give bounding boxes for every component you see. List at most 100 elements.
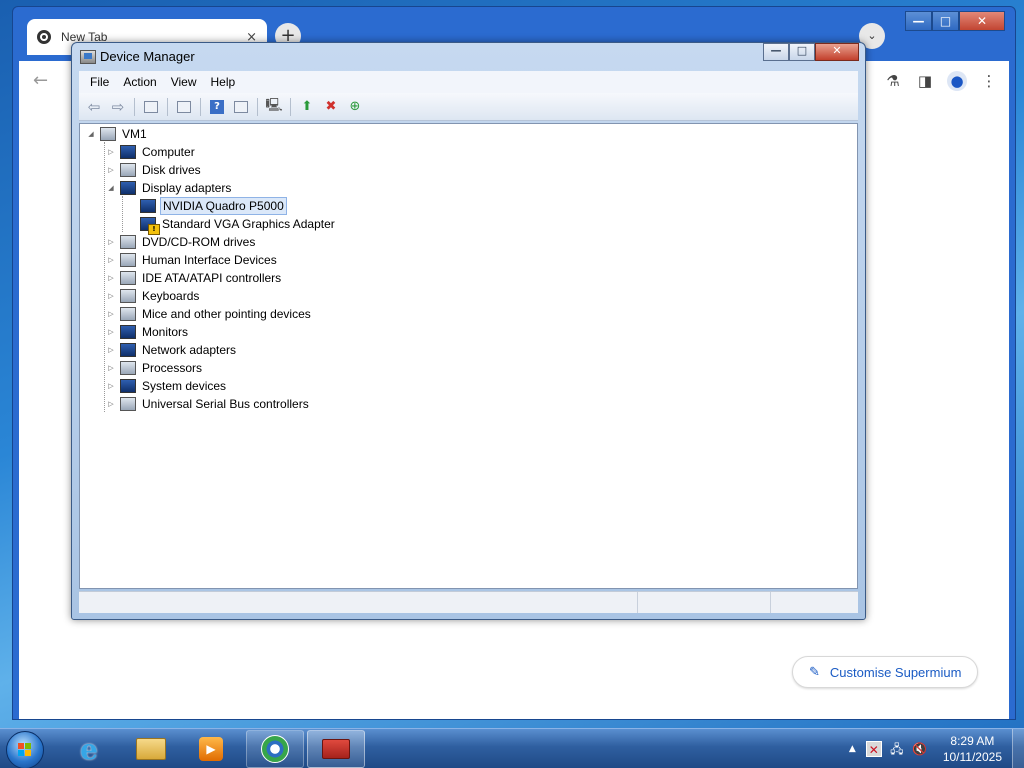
tree-item-mice[interactable]: ▷ Mice and other pointing devices (106, 305, 313, 323)
start-button[interactable] (6, 731, 44, 768)
expand-arrow-icon[interactable]: ▷ (106, 256, 116, 264)
tree-item-label: Standard VGA Graphics Adapter (162, 217, 335, 231)
tree-item-label: Human Interface Devices (142, 253, 277, 267)
window-title: Device Manager (100, 49, 195, 64)
show-hide-console-tree-icon[interactable] (140, 96, 162, 118)
tree-item-label: DVD/CD-ROM drives (142, 235, 256, 249)
expand-arrow-icon[interactable]: ▷ (106, 364, 116, 372)
dm-maximize-button[interactable]: □ (789, 43, 815, 61)
tree-item-keyboards[interactable]: ▷ Keyboards (106, 287, 201, 305)
taskbar-internet-explorer[interactable]: e (60, 730, 118, 768)
tree-item-label: Processors (142, 361, 203, 375)
network-icon[interactable]: 🖧 (889, 741, 905, 757)
hid-icon (120, 253, 136, 267)
tree-item-disk-drives[interactable]: ▷ Disk drives (106, 161, 203, 179)
tree-item-label: Monitors (142, 325, 189, 339)
expand-arrow-icon[interactable]: ▷ (106, 238, 116, 246)
tree-item-display-adapters[interactable]: ◢ Display adapters (106, 179, 233, 197)
internet-explorer-icon: e (80, 732, 98, 766)
action-pane-icon[interactable] (230, 96, 252, 118)
toolbar-separator (134, 97, 135, 116)
tree-item-nvidia-quadro-p5000[interactable]: NVIDIA Quadro P5000 (126, 197, 287, 215)
menu-file[interactable]: File (83, 75, 116, 89)
display-adapter-icon (120, 181, 136, 195)
tree-item-hid[interactable]: ▷ Human Interface Devices (106, 251, 279, 269)
collapse-arrow-icon[interactable]: ◢ (106, 184, 116, 192)
back-arrow-icon[interactable]: ← (33, 70, 48, 91)
expand-arrow-icon[interactable]: ▷ (106, 310, 116, 318)
processor-icon (120, 361, 136, 375)
back-icon[interactable]: ⇦ (83, 96, 105, 118)
expand-arrow-icon[interactable]: ▷ (106, 382, 116, 390)
help-icon[interactable]: ? (206, 96, 228, 118)
device-manager-app-icon (80, 50, 96, 64)
tree-item-ide-ata[interactable]: ▷ IDE ATA/ATAPI controllers (106, 269, 283, 287)
tree-item-processors[interactable]: ▷ Processors (106, 359, 204, 377)
expand-arrow-icon[interactable]: ▷ (106, 400, 116, 408)
browser-maximize-button[interactable]: □ (932, 11, 959, 31)
collapse-arrow-icon[interactable]: ◢ (86, 130, 96, 138)
tree-item-standard-vga[interactable]: Standard VGA Graphics Adapter (126, 215, 337, 235)
expand-arrow-icon[interactable]: ▷ (106, 292, 116, 300)
tree-item-system-devices[interactable]: ▷ System devices (106, 377, 228, 395)
tree-item-usb-controllers[interactable]: ▷ Universal Serial Bus controllers (106, 395, 311, 413)
forward-icon[interactable]: ⇨ (107, 96, 129, 118)
dm-window-controls: — □ ✕ (763, 43, 859, 61)
toolbar-separator (200, 97, 201, 116)
expand-arrow-icon[interactable]: ▷ (106, 166, 116, 174)
action-center-flag-icon[interactable]: ✕ (865, 741, 882, 757)
clock-date: 10/11/2025 (942, 750, 1002, 764)
clock[interactable]: 8:29 AM 10/11/2025 (943, 733, 1002, 765)
dm-close-button[interactable]: ✕ (815, 43, 859, 61)
show-desktop-button[interactable] (1012, 729, 1024, 768)
media-player-icon: ▶ (199, 737, 223, 761)
expand-arrow-icon[interactable]: ▷ (106, 346, 116, 354)
side-panel-icon[interactable]: ◨ (915, 71, 935, 91)
volume-muted-icon[interactable]: 🔇 (912, 741, 928, 757)
taskbar-media-player[interactable]: ▶ (182, 730, 240, 768)
expand-arrow-icon[interactable]: ▷ (106, 328, 116, 336)
uninstall-icon[interactable]: ✖ (320, 96, 342, 118)
network-adapter-icon (120, 343, 136, 357)
enable-device-icon[interactable]: ⊕ (344, 96, 366, 118)
taskbar-device-manager[interactable] (307, 730, 365, 768)
dm-minimize-button[interactable]: — (763, 43, 789, 61)
mouse-icon (120, 307, 136, 321)
expand-arrow-icon[interactable]: ▷ (106, 148, 116, 156)
expand-arrow-icon[interactable]: ▷ (106, 274, 116, 282)
tree-root[interactable]: ◢ VM1 (86, 125, 149, 143)
browser-close-button[interactable]: ✕ (959, 11, 1005, 31)
system-tray: ▲ ✕ 🖧 🔇 8:29 AM 10/11/2025 (849, 729, 1024, 768)
tree-item-dvd-cd-rom[interactable]: ▷ DVD/CD-ROM drives (106, 233, 257, 251)
status-pane-secondary (638, 592, 771, 613)
usb-icon (120, 397, 136, 411)
tree-item-monitors[interactable]: ▷ Monitors (106, 323, 190, 341)
taskbar-file-explorer[interactable] (122, 730, 180, 768)
tree-guide-line (122, 196, 123, 232)
profile-avatar-icon[interactable]: ● (947, 71, 967, 91)
tree-item-label: NVIDIA Quadro P5000 (160, 197, 287, 215)
display-adapter-icon (140, 199, 156, 213)
status-pane-tertiary (771, 592, 858, 613)
toolbar: ⇦ ⇨ ? 🖳 ⬆ ✖ ⊕ (79, 93, 858, 121)
menu-action[interactable]: Action (116, 75, 163, 89)
customise-label: Customise Supermium (829, 664, 962, 680)
toolbar-separator (290, 97, 291, 116)
menu-view[interactable]: View (164, 75, 204, 89)
menu-help[interactable]: Help (204, 75, 243, 89)
device-manager-titlebar[interactable]: Device Manager — □ ✕ (72, 43, 865, 71)
customise-supermium-button[interactable]: ✎ Customise Supermium (792, 656, 978, 688)
more-menu-icon[interactable]: ⋮ (979, 71, 999, 91)
tree-item-label: Computer (142, 145, 195, 159)
properties-icon[interactable] (173, 96, 195, 118)
browser-minimize-button[interactable]: — (905, 11, 932, 31)
taskbar-supermium[interactable] (246, 730, 304, 768)
show-hidden-icons-icon[interactable]: ▲ (849, 744, 856, 754)
scan-hardware-icon[interactable]: 🖳 (263, 96, 285, 118)
tree-item-computer[interactable]: ▷ Computer (106, 143, 197, 161)
clock-time: 8:29 AM (950, 734, 995, 748)
tree-item-network-adapters[interactable]: ▷ Network adapters (106, 341, 238, 359)
labs-flask-icon[interactable]: ⚗ (883, 71, 903, 91)
update-driver-icon[interactable]: ⬆ (296, 96, 318, 118)
system-devices-icon (120, 379, 136, 393)
